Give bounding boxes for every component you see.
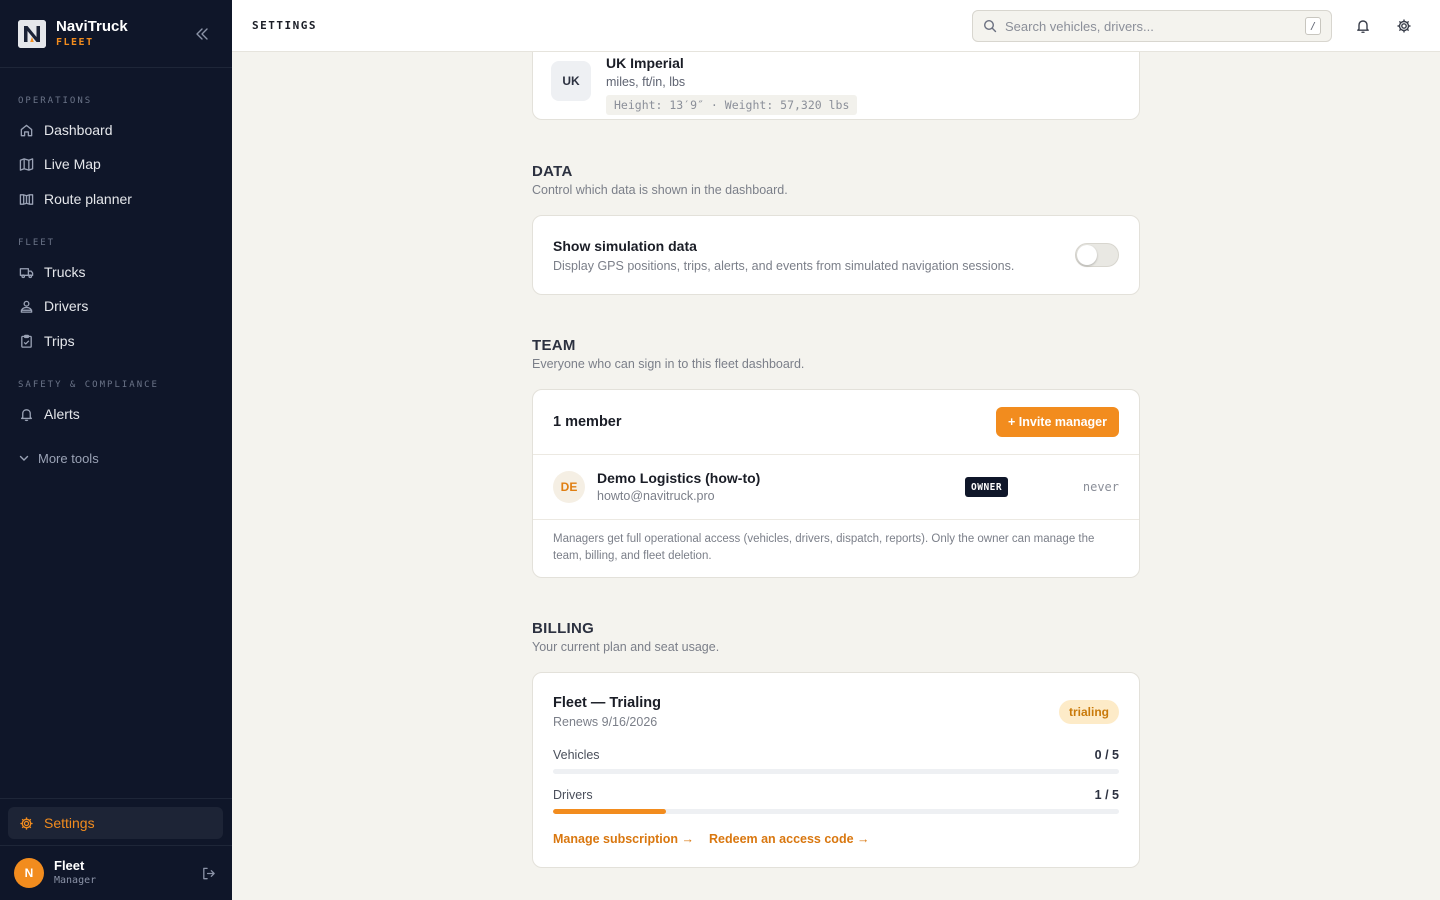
plan-renewal: Renews 9/16/2026: [553, 715, 658, 729]
route-icon: [18, 191, 34, 207]
notifications-bell-icon[interactable]: [1353, 16, 1373, 36]
sidebar: NaviTruck FLEET OPERATIONS Dashboard Liv…: [0, 0, 232, 900]
team-permissions-note: Managers get full operational access (ve…: [553, 533, 1095, 562]
toggle-knob: [1077, 245, 1097, 265]
manage-subscription-link[interactable]: Manage subscription →: [553, 832, 694, 846]
driver-icon: [18, 298, 34, 314]
page-title: SETTINGS: [252, 19, 317, 32]
gear-icon: [18, 815, 34, 831]
member-name: Demo Logistics (how-to): [597, 470, 761, 486]
units-card[interactable]: UK UK Imperial miles, ft/in, lbs Height:…: [532, 52, 1140, 120]
sidebar-item-label: Trucks: [44, 264, 86, 280]
clipboard-icon: [18, 333, 34, 349]
sidebar-item-drivers[interactable]: Drivers: [8, 290, 223, 322]
team-divider: [533, 454, 1139, 455]
billing-section-subtitle: Your current plan and seat usage.: [532, 640, 720, 654]
settings-gear-icon[interactable]: [1394, 16, 1414, 36]
user-role: Manager: [54, 875, 97, 886]
sidebar-item-trucks[interactable]: Trucks: [8, 256, 223, 288]
member-avatar: DE: [553, 471, 585, 503]
sidebar-item-label: Trips: [44, 333, 75, 349]
usage-label-drivers: Drivers: [553, 788, 593, 802]
units-description: miles, ft/in, lbs: [606, 75, 686, 89]
team-section-subtitle: Everyone who can sign in to this fleet d…: [532, 357, 805, 371]
billing-section-title: BILLING: [532, 620, 595, 637]
sidebar-item-label: Route planner: [44, 191, 132, 207]
usage-count-drivers: 1 / 5: [1094, 788, 1119, 802]
more-tools-toggle[interactable]: More tools: [8, 442, 223, 474]
sidebar-item-label: Alerts: [44, 406, 80, 422]
simulation-data-toggle[interactable]: [1075, 243, 1119, 267]
plan-name: Fleet — Trialing: [553, 695, 661, 711]
usage-count-vehicles: 0 / 5: [1094, 748, 1119, 762]
simulation-data-card: Show simulation data Display GPS positio…: [532, 215, 1140, 295]
team-section-title: TEAM: [532, 337, 576, 354]
user-name: Fleet: [54, 858, 85, 873]
nav-section-fleet: FLEET: [18, 238, 56, 248]
usage-bar-fill: [553, 809, 667, 814]
collapse-sidebar-icon[interactable]: [190, 22, 214, 46]
search-shortcut-hint: /: [1305, 17, 1321, 35]
simulation-toggle-description: Display GPS positions, trips, alerts, an…: [553, 259, 1015, 273]
truck-icon: [18, 264, 34, 280]
simulation-toggle-title: Show simulation data: [553, 238, 697, 254]
chevron-down-icon: [18, 450, 30, 466]
nav-section-safety: SAFETY & COMPLIANCE: [18, 380, 159, 390]
status-badge: trialing: [1058, 700, 1119, 724]
usage-label-vehicles: Vehicles: [553, 748, 600, 762]
data-section-subtitle: Control which data is shown in the dashb…: [532, 183, 788, 197]
map-icon: [18, 156, 34, 172]
redeem-access-code-link[interactable]: Redeem an access code →: [709, 832, 870, 846]
logout-icon[interactable]: [198, 863, 218, 883]
billing-card: Fleet — Trialing Renews 9/16/2026 triali…: [532, 672, 1140, 868]
member-email: howto@navitruck.pro: [597, 489, 715, 503]
brand-header: NaviTruck FLEET: [0, 0, 232, 68]
sidebar-item-label: Live Map: [44, 156, 101, 172]
brand-name: NaviTruck: [56, 17, 128, 35]
team-divider: [533, 519, 1139, 520]
units-example: Height: 13′9″ · Weight: 57,320 lbs: [606, 95, 858, 115]
usage-bar-drivers: [553, 809, 1119, 814]
settings-content: UK UK Imperial miles, ft/in, lbs Height:…: [232, 52, 1440, 900]
nav-section-operations: OPERATIONS: [18, 96, 93, 106]
sidebar-item-route-planner[interactable]: Route planner: [8, 183, 223, 215]
sidebar-item-label: Settings: [44, 815, 95, 831]
sidebar-item-label: Drivers: [44, 298, 89, 314]
units-name: UK Imperial: [606, 55, 684, 71]
navitruck-logo-icon: [18, 19, 46, 48]
brand-subtitle: FLEET: [56, 36, 94, 48]
sidebar-item-alerts[interactable]: Alerts: [8, 398, 223, 430]
more-tools-label: More tools: [38, 450, 99, 466]
usage-bar-vehicles: [553, 769, 1119, 774]
data-section-title: DATA: [532, 163, 573, 180]
member-last-seen: never: [1082, 480, 1119, 494]
sidebar-item-dashboard[interactable]: Dashboard: [8, 114, 223, 146]
search-icon: [983, 19, 997, 33]
topbar: SETTINGS /: [232, 0, 1440, 52]
sidebar-item-live-map[interactable]: Live Map: [8, 148, 223, 180]
sidebar-item-settings[interactable]: Settings: [8, 807, 223, 839]
sidebar-item-trips[interactable]: Trips: [8, 325, 223, 357]
units-badge: UK: [551, 61, 591, 101]
member-count: 1 member: [553, 414, 622, 430]
home-icon: [18, 122, 34, 138]
user-profile: N Fleet Manager: [0, 846, 232, 900]
sidebar-divider: [0, 798, 232, 799]
team-card: 1 member + Invite manager DE Demo Logist…: [532, 389, 1140, 578]
invite-manager-button[interactable]: + Invite manager: [996, 407, 1119, 437]
bell-icon: [18, 406, 34, 422]
search-input[interactable]: [1005, 18, 1305, 34]
avatar[interactable]: N: [14, 858, 44, 888]
sidebar-item-label: Dashboard: [44, 122, 113, 138]
role-badge: OWNER: [965, 477, 1009, 497]
search-box[interactable]: /: [972, 10, 1332, 42]
